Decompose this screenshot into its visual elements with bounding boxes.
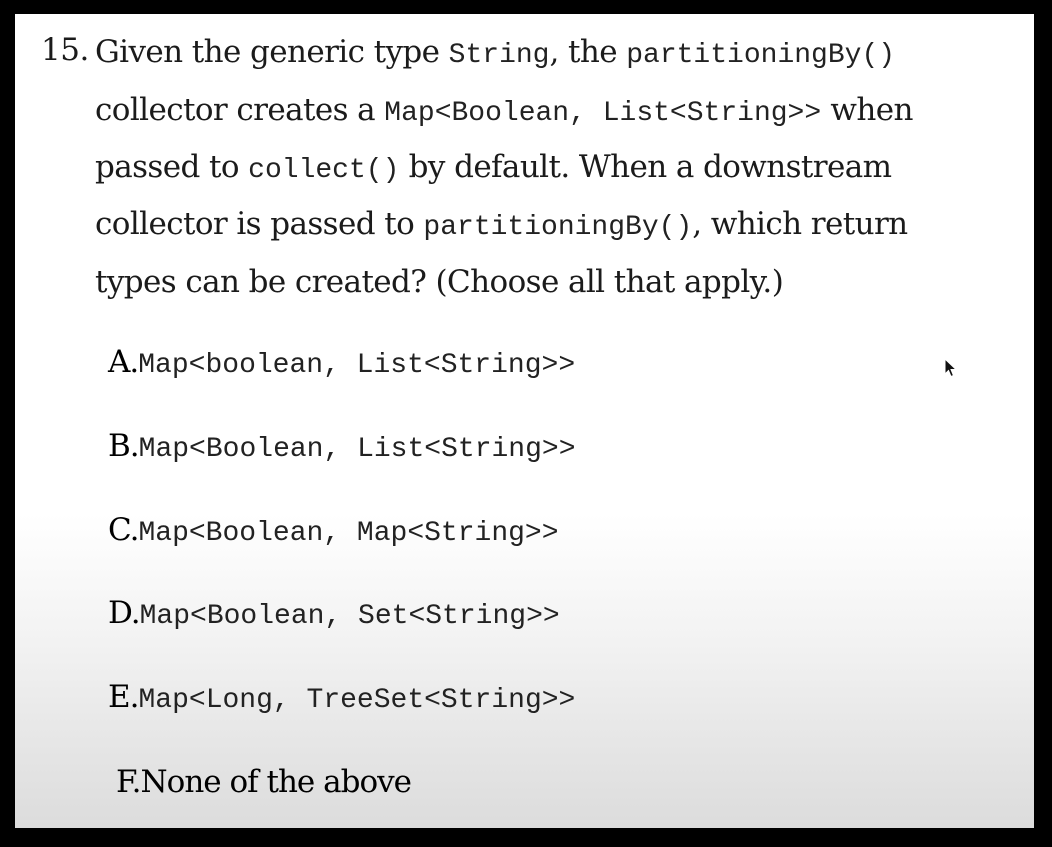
option-letter: B.: [108, 428, 140, 464]
inline-code: String: [448, 40, 550, 71]
option-d[interactable]: D.Map<Boolean, Set<String>>: [108, 593, 560, 637]
option-b[interactable]: B.Map<Boolean, List<String>>: [108, 426, 576, 470]
option-a[interactable]: A.Map<boolean, List<String>>: [108, 342, 575, 386]
inline-code: partitioningBy(): [423, 212, 693, 243]
question-text: , which return: [692, 206, 908, 242]
option-code: Map<boolean, List<String>>: [138, 350, 576, 381]
option-c[interactable]: C.Map<Boolean, Map<String>>: [108, 510, 559, 554]
question-text: by default. When a downstream: [399, 149, 892, 185]
option-code: Map<Long, TreeSet<String>>: [138, 685, 576, 716]
option-letter: D.: [108, 595, 141, 631]
inline-code: Map<Boolean, List<String>>: [384, 98, 822, 129]
option-letter: E.: [108, 679, 140, 715]
option-letter: A.: [108, 344, 139, 380]
question-text: when: [821, 92, 913, 128]
question-number: 15.: [41, 32, 89, 68]
question-text: passed to: [95, 149, 249, 185]
inline-code: collect(): [248, 155, 400, 186]
question-text: types can be created? (Choose all that a…: [95, 264, 784, 300]
option-e[interactable]: E.Map<Long, TreeSet<String>>: [108, 677, 575, 721]
question-text: Given the generic type: [95, 34, 449, 70]
question-line-4: collector is passed to partitioningBy(),…: [95, 204, 908, 248]
question-text: collector is passed to: [95, 206, 424, 242]
question-text: , the: [549, 34, 627, 70]
option-letter: F.: [116, 764, 142, 800]
option-text: None of the above: [140, 764, 412, 800]
question-line-1: Given the generic type String, the parti…: [95, 32, 895, 76]
option-letter: C.: [108, 512, 139, 548]
question-line-3: passed to collect() by default. When a d…: [95, 147, 892, 191]
option-f[interactable]: F.None of the above: [116, 762, 412, 802]
option-code: Map<Boolean, List<String>>: [138, 434, 576, 465]
question-line-5: types can be created? (Choose all that a…: [95, 262, 784, 302]
mouse-pointer-icon: [944, 358, 958, 378]
question-line-2: collector creates a Map<Boolean, List<St…: [95, 90, 913, 134]
option-code: Map<Boolean, Map<String>>: [138, 518, 559, 549]
question-page: 15. Given the generic type String, the p…: [15, 14, 1034, 828]
video-frame: 15. Given the generic type String, the p…: [0, 0, 1052, 847]
question-text: collector creates a: [95, 92, 385, 128]
option-code: Map<Boolean, Set<String>>: [139, 601, 560, 632]
inline-code: partitioningBy(): [626, 40, 896, 71]
